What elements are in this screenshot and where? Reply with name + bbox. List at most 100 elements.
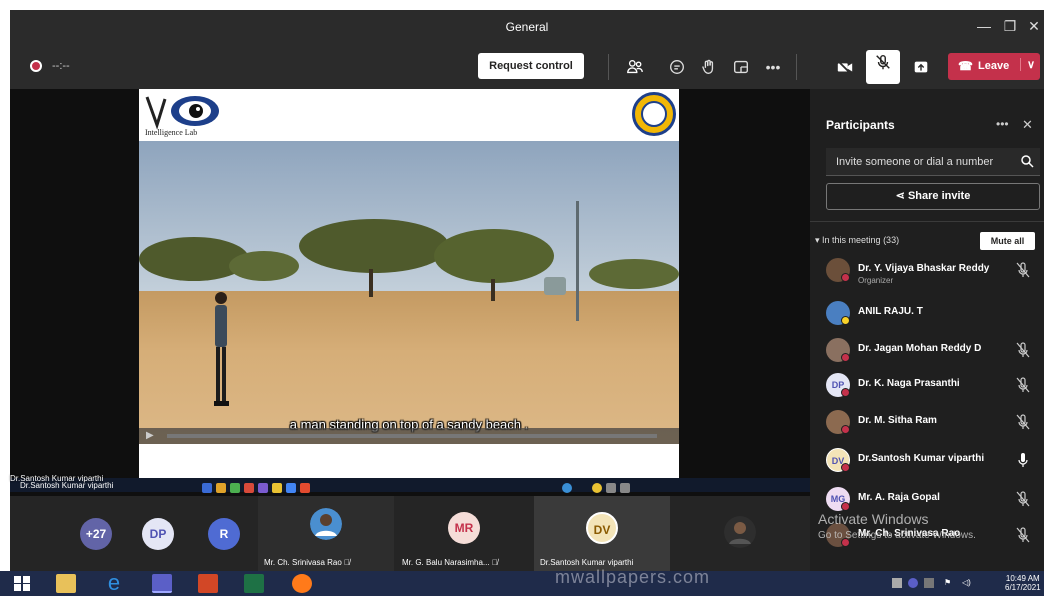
window-title: General xyxy=(505,20,549,34)
more-actions-icon[interactable]: ••• xyxy=(760,55,786,79)
share-invite-label: Share invite xyxy=(907,190,971,202)
minimize-icon[interactable]: — xyxy=(974,18,994,34)
chat-icon[interactable] xyxy=(664,55,690,79)
title-bar: General — ❐ ✕ xyxy=(10,10,1044,46)
participant-tile[interactable]: MR Mr. G. Balu Narasimha... 🎙̸ xyxy=(396,496,532,571)
leave-label: Leave xyxy=(978,60,1010,72)
status-badge xyxy=(841,273,850,282)
participant-tile[interactable]: Mr. Ch. Srinivasa Rao 🎙̸ xyxy=(258,496,394,571)
participant-row[interactable]: Dr. M. Sitha Ram xyxy=(826,410,1036,440)
panel-title: Participants xyxy=(826,118,895,132)
avatar: DP xyxy=(142,518,174,550)
microphone-muted-icon[interactable] xyxy=(1016,491,1030,507)
participant-row[interactable]: DP Dr. K. Naga Prasanthi xyxy=(826,373,1036,403)
site-watermark: mwallpapers.com xyxy=(555,567,711,587)
close-icon[interactable]: ✕ xyxy=(1024,18,1044,35)
firefox-icon[interactable] xyxy=(292,574,312,593)
invite-search-box xyxy=(826,148,1040,176)
shared-screen-taskbar: Dr.Santosh Kumar viparthi xyxy=(10,478,810,493)
participant-name: ANIL RAJU. T xyxy=(858,306,923,317)
status-badge xyxy=(841,353,850,362)
video-seek-bar[interactable] xyxy=(167,434,657,438)
request-control-button[interactable]: Request control xyxy=(478,53,584,79)
microphone-muted-icon[interactable] xyxy=(1016,262,1030,278)
participant-row[interactable]: DV Dr.Santosh Kumar viparthi xyxy=(826,448,1036,478)
video-frame: a man standing on top of a sandy beach .… xyxy=(139,141,679,444)
toolbar-divider xyxy=(608,54,609,80)
participant-name: Dr. M. Sitha Ram xyxy=(858,415,937,426)
search-icon[interactable] xyxy=(1020,154,1034,168)
microphone-muted-icon[interactable] xyxy=(1016,377,1030,393)
teams-meeting-window: General — ❐ ✕ --:-- Request control ••• xyxy=(0,0,1044,596)
participant-name: Dr. Y. Vijaya Bhaskar Reddy xyxy=(858,263,990,274)
participant-tile[interactable]: DV Dr.Santosh Kumar viparthi xyxy=(534,496,670,571)
participant-row[interactable]: ANIL RAJU. T xyxy=(826,301,1036,331)
participant-tile-label: Mr. Ch. Srinivasa Rao 🎙̸ xyxy=(264,558,351,567)
microphone-muted-icon[interactable] xyxy=(1016,527,1030,543)
excel-icon[interactable] xyxy=(244,574,264,593)
participant-name: Dr.Santosh Kumar viparthi xyxy=(858,453,985,464)
chevron-down-icon[interactable]: ∨ xyxy=(1020,58,1035,71)
in-meeting-section-toggle[interactable]: ▾ In this meeting (33) xyxy=(815,235,899,246)
presentation-slide: Intelligence Lab a man standing on top o… xyxy=(139,89,679,482)
avatar: DV xyxy=(586,512,618,544)
mute-all-button[interactable]: Mute all xyxy=(980,232,1035,250)
status-badge xyxy=(841,425,850,434)
hang-up-icon: ☎ xyxy=(958,59,973,73)
tray-icon[interactable] xyxy=(892,578,902,588)
reactions-icon[interactable] xyxy=(696,55,722,79)
activate-windows-subtext: Go to Settings to activate Windows. xyxy=(818,530,976,541)
participant-tile[interactable] xyxy=(670,496,810,571)
teams-tray-icon[interactable] xyxy=(908,578,918,588)
recording-indicator-icon xyxy=(30,60,42,72)
volume-icon[interactable]: ◁) xyxy=(962,578,972,588)
status-badge xyxy=(841,316,850,325)
avatar xyxy=(724,516,756,548)
camera-off-icon[interactable] xyxy=(832,55,858,79)
internet-explorer-icon[interactable]: e xyxy=(104,572,124,594)
in-meeting-label: In this meeting (33) xyxy=(822,235,900,245)
windows-taskbar: e ⚑ ◁) 10:49 AM 6/17/2021 xyxy=(0,571,1044,596)
leave-button[interactable]: ☎ Leave ∨ xyxy=(948,53,1040,80)
microphone-muted-icon[interactable] xyxy=(1016,414,1030,430)
participant-tile[interactable]: DP xyxy=(134,496,198,571)
university-seal-icon xyxy=(632,92,676,136)
breakout-rooms-icon[interactable] xyxy=(728,55,754,79)
close-panel-icon[interactable]: ✕ xyxy=(1022,117,1033,133)
file-explorer-icon[interactable] xyxy=(56,574,76,593)
participant-tile-label: Dr.Santosh Kumar viparthi xyxy=(540,558,634,567)
participant-name: Dr. K. Naga Prasanthi xyxy=(858,378,960,389)
more-options-icon[interactable]: ••• xyxy=(996,117,1009,131)
shared-screen: Intelligence Lab a man standing on top o… xyxy=(10,89,810,496)
powerpoint-icon[interactable] xyxy=(198,574,218,593)
status-badge xyxy=(841,502,850,511)
participant-row[interactable]: Dr. Jagan Mohan Reddy D xyxy=(826,338,1036,368)
microphone-icon[interactable] xyxy=(1016,452,1030,468)
microphone-muted-icon: 🎙̸ xyxy=(344,558,351,567)
standing-man xyxy=(214,292,229,406)
participant-tile[interactable]: R xyxy=(198,496,258,571)
network-icon[interactable]: ⚑ xyxy=(944,578,954,588)
meeting-timer: --:-- xyxy=(52,60,70,72)
share-icon: ⋖ xyxy=(895,190,908,202)
lab-name: Intelligence Lab xyxy=(145,128,198,137)
share-tray-icon[interactable] xyxy=(908,55,934,79)
teams-icon[interactable] xyxy=(152,574,172,593)
microphone-muted-icon[interactable] xyxy=(866,50,900,84)
tray-icon[interactable] xyxy=(924,578,934,588)
participant-name: Mr. A. Raja Gopal xyxy=(858,492,940,503)
microphone-muted-icon[interactable] xyxy=(1016,342,1030,358)
participants-icon[interactable] xyxy=(622,55,648,79)
taskbar-clock[interactable]: 10:49 AM 6/17/2021 xyxy=(1005,574,1041,592)
participant-row[interactable]: Dr. Y. Vijaya Bhaskar Reddy Organizer xyxy=(826,258,1036,288)
meeting-toolbar: --:-- Request control ••• ☎ Leave ∨ xyxy=(10,46,1044,89)
windows-start-icon[interactable] xyxy=(12,574,32,593)
share-invite-button[interactable]: ⋖ Share invite xyxy=(826,183,1040,210)
restore-icon[interactable]: ❐ xyxy=(1000,18,1020,35)
participant-name: Dr. Jagan Mohan Reddy D xyxy=(858,343,982,354)
play-icon[interactable]: ▶ xyxy=(146,430,154,441)
overflow-tile[interactable]: +27 xyxy=(64,496,134,571)
overflow-count: +27 xyxy=(80,518,112,550)
invite-search-input[interactable] xyxy=(826,148,1016,176)
avatar: R xyxy=(208,518,240,550)
